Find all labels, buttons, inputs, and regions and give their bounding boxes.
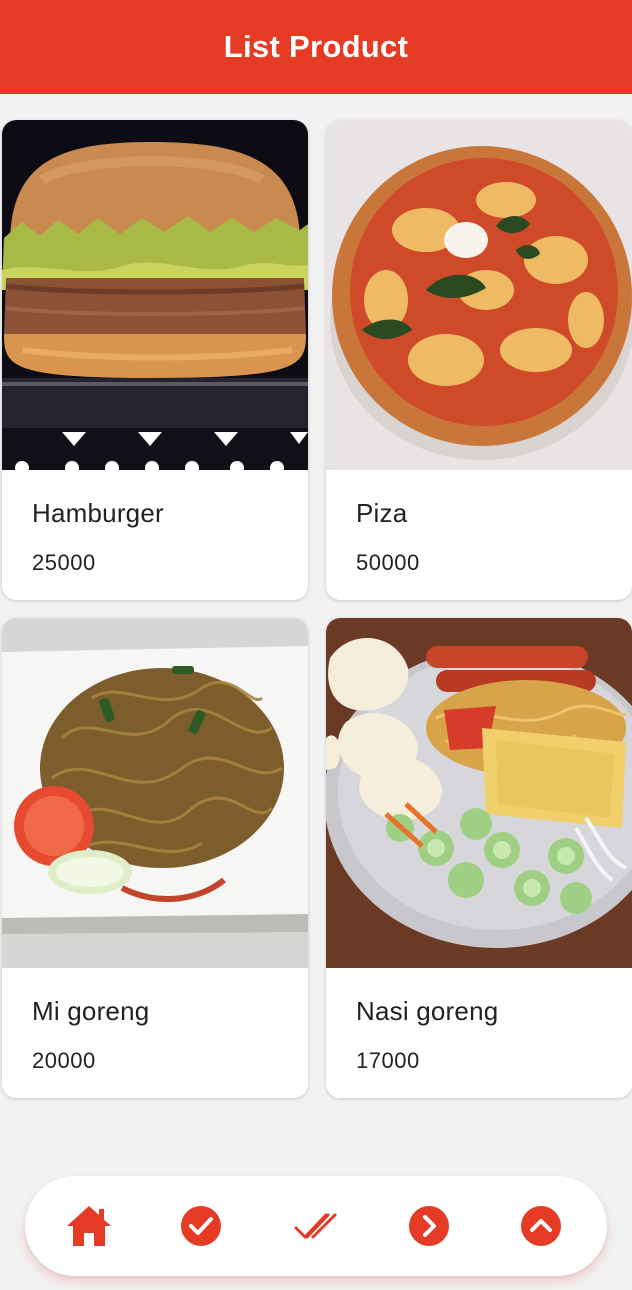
product-card-piza[interactable]: Piza 50000 [326, 120, 632, 600]
bottom-navigation [25, 1176, 607, 1276]
hamburger-image [2, 120, 308, 470]
app-bar: List Product [0, 0, 632, 94]
pizza-image [326, 120, 632, 470]
product-name: Hamburger [32, 498, 164, 528]
product-price: 25000 [32, 550, 96, 575]
product-price: 17000 [356, 1048, 420, 1073]
nav-home[interactable] [63, 1200, 115, 1252]
chevron-right-circle-icon [409, 1206, 449, 1246]
nav-next[interactable] [403, 1200, 455, 1252]
product-card-hamburger[interactable]: Hamburger 25000 [2, 120, 308, 600]
product-price: 20000 [32, 1048, 96, 1073]
product-price: 50000 [356, 550, 420, 575]
product-card-nasi-goreng[interactable]: Nasi goreng 17000 [326, 618, 632, 1098]
nav-check[interactable] [175, 1200, 227, 1252]
chevron-up-circle-icon [521, 1206, 561, 1246]
mi-goreng-image [2, 618, 308, 968]
check-circle-icon [181, 1206, 221, 1246]
page-title: List Product [223, 29, 409, 64]
home-icon [67, 1206, 111, 1246]
nav-double-check[interactable] [290, 1200, 342, 1252]
product-name: Nasi goreng [356, 996, 499, 1026]
product-name: Mi goreng [32, 996, 150, 1026]
nav-up[interactable] [515, 1200, 567, 1252]
product-name: Piza [356, 498, 408, 528]
double-check-icon [294, 1213, 337, 1239]
nasi-goreng-image [326, 618, 632, 968]
product-card-mi-goreng[interactable]: Mi goreng 20000 [2, 618, 308, 1098]
